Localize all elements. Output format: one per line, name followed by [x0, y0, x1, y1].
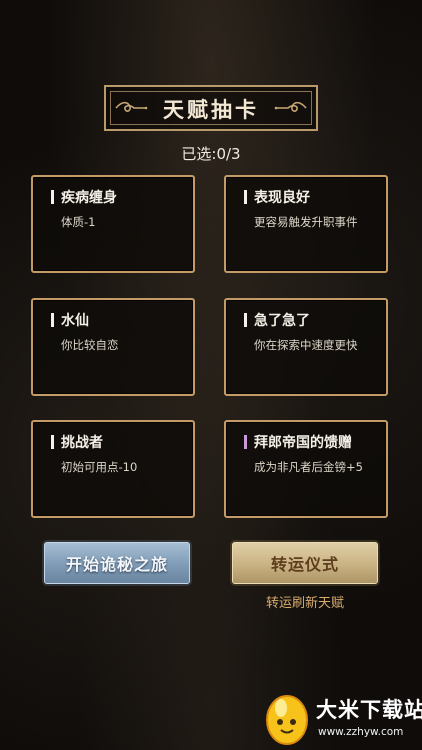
talent-desc: 你比较自恋 — [61, 338, 119, 352]
talent-card-3[interactable]: 水仙 你比较自恋 — [31, 298, 195, 396]
talent-name: 疾病缠身 — [61, 190, 117, 206]
talent-name: 拜郎帝国的馈赠 — [254, 435, 352, 451]
talent-desc: 成为非凡者后金镑+5 — [254, 460, 363, 474]
talent-name: 水仙 — [61, 313, 89, 329]
start-journey-button[interactable]: 开始诡秘之旅 — [44, 542, 190, 584]
watermark-title: 大米下载站 — [316, 698, 422, 722]
luck-ritual-button[interactable]: 转运仪式 — [232, 542, 378, 584]
title-banner: 天赋抽卡 — [104, 85, 318, 131]
talent-card-1[interactable]: 疾病缠身 体质-1 — [31, 175, 195, 273]
rarity-bar — [51, 435, 54, 449]
selection-counter: 已选:0/3 — [0, 143, 422, 164]
talent-desc: 你在探索中速度更快 — [254, 338, 358, 352]
rarity-bar — [51, 190, 54, 204]
rice-egg-logo-icon — [266, 695, 308, 745]
talent-name: 挑战者 — [61, 435, 103, 451]
rarity-bar — [244, 313, 247, 327]
watermark-url: www.zzhyw.com — [318, 726, 404, 738]
talent-card-6[interactable]: 拜郎帝国的馈赠 成为非凡者后金镑+5 — [224, 420, 388, 518]
rarity-bar — [244, 435, 247, 449]
talent-desc: 初始可用点-10 — [61, 460, 138, 474]
talent-desc: 体质-1 — [61, 215, 96, 229]
talent-desc: 更容易触发升职事件 — [254, 215, 358, 229]
rarity-bar — [244, 190, 247, 204]
right-flourish-icon — [274, 101, 307, 112]
talent-name: 表现良好 — [254, 190, 310, 206]
rarity-bar — [51, 313, 54, 327]
talent-name: 急了急了 — [254, 313, 310, 329]
luck-ritual-caption: 转运刷新天赋 — [265, 596, 344, 611]
talent-card-5[interactable]: 挑战者 初始可用点-10 — [31, 420, 195, 518]
site-watermark: 大米下载站 www.zzhyw.com — [262, 688, 422, 750]
talent-card-2[interactable]: 表现良好 更容易触发升职事件 — [224, 175, 388, 273]
selection-label: 已选: — [181, 145, 217, 163]
selection-count: 0/3 — [216, 145, 241, 163]
talent-card-4[interactable]: 急了急了 你在探索中速度更快 — [224, 298, 388, 396]
